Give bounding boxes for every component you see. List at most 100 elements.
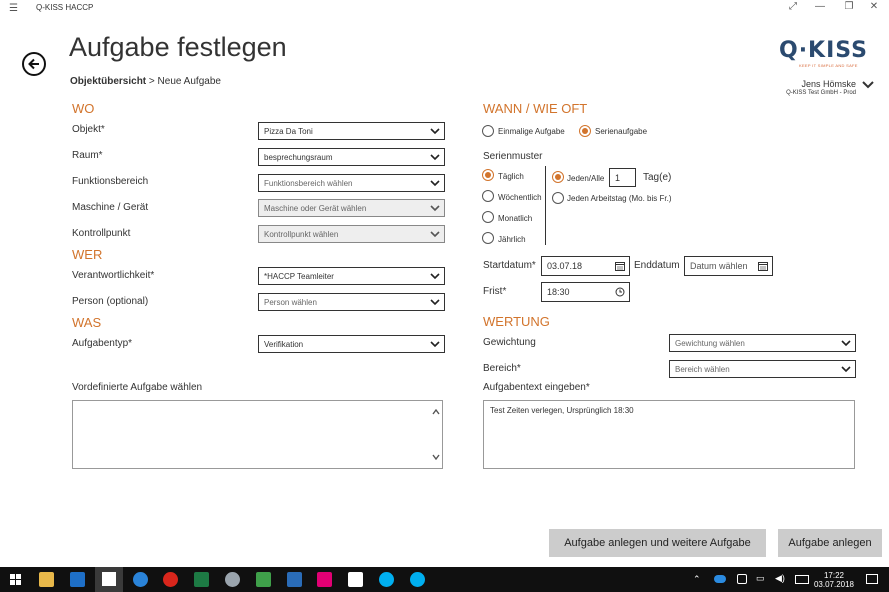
einmalig-radio[interactable] xyxy=(482,125,494,137)
kontrollpunkt-select[interactable]: Kontrollpunkt wählen xyxy=(258,225,445,243)
muster-jaehrlich-label: Jährlich xyxy=(498,235,526,244)
bereich-value: Bereich wählen xyxy=(675,365,730,374)
startdatum-value: 03.07.18 xyxy=(547,261,583,271)
wertung-heading: WERTUNG xyxy=(483,314,550,329)
close-button[interactable]: ✕ xyxy=(866,1,882,12)
serienmuster-label: Serienmuster xyxy=(483,151,543,162)
scroll-up-icon[interactable] xyxy=(432,409,440,415)
anlegen-button[interactable]: Aufgabe anlegen xyxy=(778,529,882,557)
wann-heading: WANN / WIE OFT xyxy=(483,101,588,116)
outlook-icon[interactable] xyxy=(70,572,85,587)
onedrive-icon[interactable] xyxy=(714,575,726,583)
einmalig-label: Einmalige Aufgabe xyxy=(498,127,565,136)
enddatum-input[interactable]: Datum wählen xyxy=(684,256,773,276)
raum-value: besprechungsraum xyxy=(264,153,333,162)
skype-icon[interactable] xyxy=(379,572,394,587)
chevron-down-icon xyxy=(430,299,440,306)
opera-icon[interactable] xyxy=(163,572,178,587)
kontrollpunkt-label: Kontrollpunkt xyxy=(72,228,131,239)
clock-icon[interactable] xyxy=(615,287,625,297)
startdatum-input[interactable]: 03.07.18 xyxy=(541,256,630,276)
chart-app-icon[interactable] xyxy=(287,572,302,587)
network-icon[interactable]: ▭ xyxy=(756,573,765,584)
internet-explorer-icon[interactable] xyxy=(133,572,148,587)
wo-heading: WO xyxy=(72,101,95,116)
jeden-alle-label: Jeden/Alle xyxy=(567,174,605,183)
verantwortlich-value: *HACCP Teamleiter xyxy=(264,272,334,281)
raum-select[interactable]: besprechungsraum xyxy=(258,148,445,166)
person-select[interactable]: Person wählen xyxy=(258,293,445,311)
logo-tagline: KEEP IT SIMPLE AND SAFE xyxy=(799,63,858,68)
logo-text: Q·KISS xyxy=(779,38,868,63)
skype-business-icon[interactable] xyxy=(410,572,425,587)
bereich-select[interactable]: Bereich wählen xyxy=(669,360,856,378)
muster-woechentlich-radio[interactable] xyxy=(482,190,494,202)
windows-start-icon[interactable] xyxy=(10,574,21,585)
qkiss-taskbar-active[interactable] xyxy=(95,567,123,592)
notifications-icon[interactable] xyxy=(866,574,878,584)
aufgabentext-input[interactable]: Test Zeiten verlegen, Ursprünglich 18:30 xyxy=(483,400,855,469)
clock-time: 17:22 xyxy=(823,571,844,580)
telekom-icon[interactable] xyxy=(317,572,332,587)
muster-taeglich-radio[interactable] xyxy=(482,169,494,181)
serie-label: Serienaufgabe xyxy=(595,127,648,136)
frist-input[interactable]: 18:30 xyxy=(541,282,630,302)
back-button[interactable] xyxy=(22,52,46,76)
anlegen-weitere-button[interactable]: Aufgabe anlegen und weitere Aufgabe xyxy=(549,529,766,557)
breadcrumb-separator: > xyxy=(148,76,155,87)
vordefiniert-label: Vordefinierte Aufgabe wählen xyxy=(72,382,203,393)
remote-app-icon[interactable] xyxy=(256,572,271,587)
objekt-value: Pizza Da Toni xyxy=(264,127,313,136)
breadcrumb-parent[interactable]: Objektübersicht xyxy=(70,76,146,87)
gewichtung-select[interactable]: Gewichtung wählen xyxy=(669,334,856,352)
muster-jaehrlich-radio[interactable] xyxy=(482,232,494,244)
funktionsbereich-select[interactable]: Funktionsbereich wählen xyxy=(258,174,445,192)
maschine-value: Maschine oder Gerät wählen xyxy=(264,204,367,213)
wer-heading: WER xyxy=(72,247,103,262)
arbeitstag-radio[interactable] xyxy=(552,192,564,204)
objekt-select[interactable]: Pizza Da Toni xyxy=(258,122,445,140)
chevron-down-icon xyxy=(430,128,440,135)
vordefiniert-list[interactable] xyxy=(72,400,443,469)
chevron-down-icon[interactable] xyxy=(862,80,874,90)
aufgabentyp-value: Verifikation xyxy=(264,340,304,349)
verantwortlich-select[interactable]: *HACCP Teamleiter xyxy=(258,267,445,285)
maximize-button[interactable]: ❐ xyxy=(841,1,857,12)
hamburger-menu-icon[interactable]: ☰ xyxy=(9,3,18,14)
person-label: Person (optional) xyxy=(72,296,149,307)
aufgabentyp-select[interactable]: Verifikation xyxy=(258,335,445,353)
serie-radio[interactable] xyxy=(579,125,591,137)
network-app-icon[interactable] xyxy=(225,572,240,587)
enddatum-value: Datum wählen xyxy=(690,261,748,271)
fullscreen-icon[interactable]: ⤢ xyxy=(785,1,801,12)
maschine-select[interactable]: Maschine oder Gerät wählen xyxy=(258,199,445,217)
file-explorer-icon[interactable] xyxy=(39,572,54,587)
qkiss-app2-icon[interactable] xyxy=(348,572,363,587)
verantwortlich-label: Verantwortlichkeit* xyxy=(72,270,155,281)
tray-app-icon[interactable] xyxy=(737,574,747,584)
aufgabentyp-label: Aufgabentyp* xyxy=(72,338,133,349)
arbeitstag-label: Jeden Arbeitstag (Mo. bis Fr.) xyxy=(567,194,672,203)
taskbar-clock[interactable]: 17:22 03.07.2018 xyxy=(814,571,854,589)
scroll-down-icon[interactable] xyxy=(432,454,440,460)
muster-woechentlich-label: Wöchentlich xyxy=(498,193,542,202)
interval-input[interactable]: 1 xyxy=(609,168,636,187)
was-heading: WAS xyxy=(72,315,102,330)
user-org: Q-KISS Test GmbH - Prod xyxy=(786,90,856,96)
tray-chevron-up-icon[interactable]: ⌃ xyxy=(693,574,701,585)
chevron-down-icon xyxy=(430,273,440,280)
jeden-alle-radio[interactable] xyxy=(552,171,564,183)
chevron-down-icon xyxy=(841,340,851,347)
calendar-icon[interactable] xyxy=(615,261,625,271)
person-value: Person wählen xyxy=(264,298,317,307)
chevron-down-icon xyxy=(430,341,440,348)
volume-icon[interactable]: ◀) xyxy=(775,573,785,584)
minimize-button[interactable]: — xyxy=(812,1,828,12)
user-name: Jens Hömske xyxy=(801,79,856,89)
breadcrumb-current: Neue Aufgabe xyxy=(157,76,221,87)
excel-icon[interactable] xyxy=(194,572,209,587)
qkiss-app-icon xyxy=(102,572,116,586)
keyboard-icon[interactable] xyxy=(795,575,809,584)
muster-monatlich-radio[interactable] xyxy=(482,211,494,223)
calendar-icon[interactable] xyxy=(758,261,768,271)
